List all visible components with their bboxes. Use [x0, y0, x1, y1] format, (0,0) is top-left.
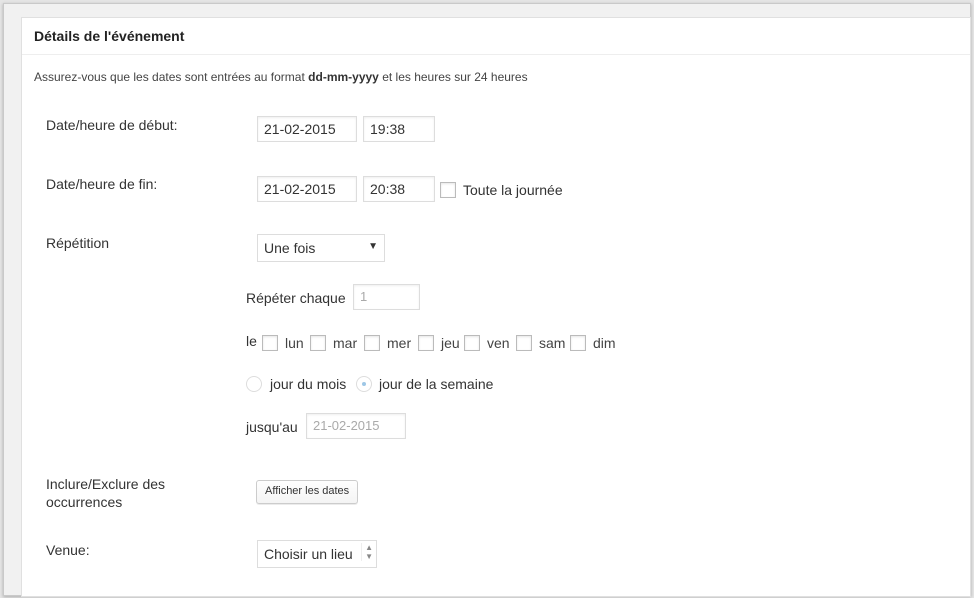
end-label: Date/heure de fin:: [46, 176, 158, 192]
event-details-panel: Détails de l'événement Assurez-vous que …: [21, 17, 971, 597]
recurrence-label: Répétition: [46, 235, 110, 251]
day-label-mer: mer: [387, 335, 412, 351]
day-of-month-radio[interactable]: [246, 376, 262, 392]
day-checkbox-ven[interactable]: [464, 335, 480, 351]
venue-selected: Choisir un lieu: [264, 546, 353, 562]
day-checkbox-lun[interactable]: [262, 335, 278, 351]
panel-title: Détails de l'événement: [34, 28, 185, 44]
end-date-input[interactable]: 21-02-2015: [257, 176, 357, 202]
day-checkbox-dim[interactable]: [570, 335, 586, 351]
end-time-input[interactable]: 20:38: [363, 176, 435, 202]
dropdown-arrow-icon: ▼: [368, 241, 378, 252]
until-date-input[interactable]: 21-02-2015: [306, 413, 406, 439]
repeat-every-label: Répéter chaque: [246, 290, 346, 306]
venue-select[interactable]: Choisir un lieu ▲ ▼: [257, 540, 377, 568]
day-label-mar: mar: [333, 335, 358, 351]
occurrences-label: Inclure/Exclure des occurrences: [46, 475, 165, 511]
venue-label: Venue:: [46, 542, 90, 558]
day-of-week-radio[interactable]: [356, 376, 372, 392]
allday-checkbox[interactable]: [440, 182, 456, 198]
panel-header: Détails de l'événement: [22, 18, 970, 55]
spinner-arrows-icon: ▲ ▼: [361, 543, 373, 561]
day-checkbox-sam[interactable]: [516, 335, 532, 351]
show-dates-button[interactable]: Afficher les dates: [256, 480, 359, 504]
recurrence-selected: Une fois: [264, 240, 316, 256]
day-checkbox-mer[interactable]: [364, 335, 380, 351]
allday-label: Toute la journée: [463, 182, 563, 198]
format-note-prefix: Assurez-vous que les dates sont entrées …: [34, 70, 305, 84]
day-checkbox-mar[interactable]: [310, 335, 326, 351]
recurrence-select[interactable]: Une fois ▼: [257, 234, 385, 262]
format-note: Assurez-vous que les dates sont entrées …: [34, 70, 528, 84]
day-label-lun: lun: [285, 335, 304, 351]
day-label-jeu: jeu: [441, 335, 460, 351]
day-of-month-label: jour du mois: [270, 376, 347, 392]
day-checkbox-jeu[interactable]: [418, 335, 434, 351]
day-label-dim: dim: [593, 335, 616, 351]
occurrences-label-line2: occurrences: [46, 494, 123, 510]
start-label: Date/heure de début:: [46, 117, 178, 133]
format-note-format: dd-mm-yyyy: [308, 70, 379, 84]
day-label-ven: ven: [487, 335, 510, 351]
occurrences-label-line1: Inclure/Exclure des: [46, 476, 166, 492]
repeat-every-input[interactable]: 1: [353, 284, 420, 310]
format-note-suffix: et les heures sur 24 heures: [382, 70, 528, 84]
on-days-label: le: [246, 333, 257, 349]
until-label: jusqu'au: [246, 419, 298, 435]
day-label-sam: sam: [539, 335, 566, 351]
start-date-input[interactable]: 21-02-2015: [257, 116, 357, 142]
start-time-input[interactable]: 19:38: [363, 116, 435, 142]
day-of-week-label: jour de la semaine: [379, 376, 494, 392]
window-frame: Détails de l'événement Assurez-vous que …: [3, 3, 971, 597]
